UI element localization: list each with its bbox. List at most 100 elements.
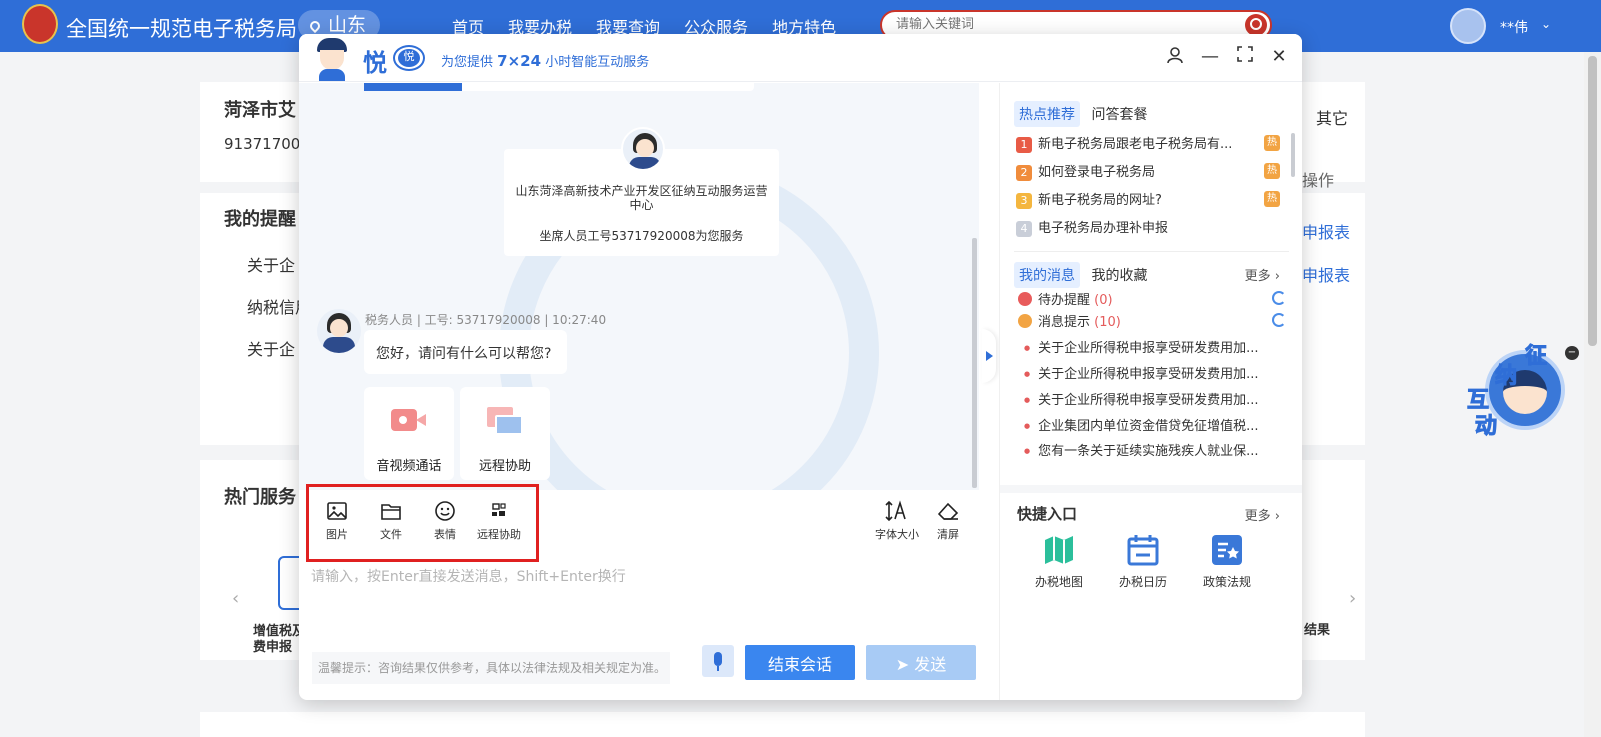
right-panel: 热点推荐 问答套餐 1 新电子税务局跟老电子税务局有... 热 2 如何登录电子税务… (999, 83, 1302, 700)
news-item[interactable]: 关于企业所得税申报享受研发费用加... (1024, 337, 1279, 356)
tab-my-favorites[interactable]: 我的收藏 (1086, 262, 1152, 288)
hot-item[interactable]: 2 如何登录电子税务局 (1016, 161, 1276, 181)
news-item[interactable]: 您有一条关于延续实施残疾人就业保... (1024, 440, 1279, 459)
op-label: 操作 (1302, 171, 1335, 190)
tab-my-messages[interactable]: 我的消息 (1014, 262, 1080, 288)
mascot-char: 动 (1474, 414, 1498, 440)
carousel-prev-icon[interactable]: ‹ (232, 588, 239, 609)
panel-collapse-toggle[interactable] (982, 329, 996, 383)
portal-search-input[interactable] (896, 17, 1216, 32)
remote-assist-card[interactable]: 远程协助 (460, 387, 550, 480)
notice-count: (10) (1094, 315, 1121, 330)
chat-scrollbar[interactable] (972, 238, 977, 488)
clear-screen-tool[interactable]: 清屏 (921, 500, 975, 542)
pending-reminder[interactable]: 待办提醒 (0) (1018, 289, 1113, 308)
avatar-body (319, 69, 345, 81)
microphone-icon[interactable] (702, 645, 734, 677)
tab-hot-recommend[interactable]: 热点推荐 (1014, 101, 1080, 127)
chat-history[interactable]: 山东菏泽高新技术产业开发区征纳互动服务运营中心 坐席人员工号5371792000… (299, 83, 979, 490)
hot-list-scrollbar[interactable] (1291, 133, 1295, 177)
message-input[interactable] (311, 566, 961, 646)
message-tabs: 我的消息 我的收藏 (1014, 262, 1154, 288)
quick-tax-calendar[interactable]: 办税日历 (1108, 533, 1178, 590)
tagline-suffix: 小时智能互动服务 (545, 55, 650, 70)
brand-name: 悦 (363, 49, 387, 77)
tab-other[interactable]: 其它 (1316, 105, 1348, 129)
agent-avatar (621, 127, 665, 171)
bulb-icon (1018, 314, 1032, 328)
maximize-icon[interactable] (1234, 46, 1256, 68)
agent-id-text: 坐席人员工号53717920008为您服务 (539, 229, 744, 243)
reminder-item[interactable]: 关于企 (247, 336, 295, 360)
chevron-down-icon[interactable]: ⌄ (1541, 17, 1551, 31)
more-label: 更多 (1244, 509, 1271, 524)
mascot-char: 征 (1524, 344, 1548, 370)
quick-policy[interactable]: 政策法规 (1192, 533, 1262, 590)
remote-screen-front (495, 415, 523, 435)
remote-screen-icon (487, 407, 523, 437)
user-name[interactable]: **伟 (1500, 17, 1528, 37)
scrollbar-thumb[interactable] (1588, 56, 1597, 346)
national-emblem-icon (22, 4, 58, 44)
pending-label: 待办提醒 (1038, 293, 1091, 308)
video-camera-icon (391, 409, 417, 431)
pending-count: (0) (1094, 293, 1113, 308)
avatar-face (330, 319, 348, 337)
service-label: 费申报 (253, 640, 293, 655)
notice-label: 消息提示 (1038, 315, 1091, 330)
hot-item[interactable]: 1 新电子税务局跟老电子税务局有... (1016, 133, 1276, 153)
page-scrollbar[interactable] (1584, 52, 1601, 737)
hot-tag: 热 (1264, 163, 1280, 179)
close-icon[interactable]: ✕ (1268, 46, 1290, 68)
reminder-item[interactable]: 关于企 (247, 252, 295, 276)
divider (1014, 251, 1289, 252)
news-item[interactable]: 企业集团内单位资金借贷免征增值税... (1024, 415, 1279, 434)
company-id: 91371700 (224, 135, 301, 153)
font-size-tool[interactable]: 字体大小 (870, 500, 924, 542)
dialog-header: 悦 悦 为您提供 7×24 小时智能互动服务 — ✕ (299, 34, 1302, 82)
service-label: 结果 (1304, 623, 1331, 638)
avatar-suit (323, 337, 355, 353)
declaration-link[interactable]: 申报表 (1302, 262, 1350, 286)
refresh-icon[interactable] (1272, 313, 1286, 327)
interaction-mascot[interactable]: 征 纳 互 动 (1465, 340, 1565, 440)
video-call-label: 音视频通话 (376, 459, 442, 474)
news-item[interactable]: 关于企业所得税申报享受研发费用加... (1024, 363, 1279, 382)
avatar-suit (629, 157, 661, 169)
hot-item[interactable]: 4 电子税务局办理补申报 (1016, 217, 1276, 237)
rank-badge: 4 (1016, 221, 1032, 237)
search-icon[interactable] (1245, 14, 1267, 36)
messages-more-link[interactable]: 更多 › (1245, 265, 1280, 284)
message-notice[interactable]: 消息提示 (10) (1018, 311, 1121, 330)
video-call-card[interactable]: 音视频通话 (364, 387, 454, 480)
send-button[interactable]: ➤ 发送 (866, 645, 976, 680)
map-icon (1045, 536, 1073, 564)
hot-tabs: 热点推荐 问答套餐 (1014, 101, 1154, 127)
quick-tax-map[interactable]: 办税地图 (1024, 533, 1094, 590)
rank-badge: 3 (1016, 193, 1032, 209)
user-avatar[interactable] (1450, 8, 1486, 44)
carousel-next-icon[interactable]: › (1349, 588, 1356, 609)
quick-more-link[interactable]: 更多 › (1245, 505, 1280, 524)
end-session-button[interactable]: 结束会话 (745, 645, 855, 680)
mascot-close-icon[interactable]: − (1565, 346, 1579, 360)
policy-icon (1212, 535, 1242, 565)
font-size-icon (885, 500, 906, 522)
hot-item-text: 如何登录电子税务局 (1038, 165, 1156, 180)
declaration-link[interactable]: 申报表 (1302, 219, 1350, 243)
brand-badge: 悦 (393, 45, 425, 71)
mascot-char: 纳 (1494, 364, 1518, 390)
hot-item[interactable]: 3 新电子税务局的网址? (1016, 189, 1276, 209)
tagline-prefix: 为您提供 (441, 55, 494, 70)
clock-icon (1018, 292, 1032, 306)
user-icon[interactable] (1164, 46, 1186, 68)
clear-screen-label: 清屏 (937, 528, 959, 541)
agent-avatar (317, 309, 361, 353)
rank-badge: 2 (1016, 165, 1032, 181)
previous-card-accent (364, 83, 462, 91)
refresh-icon[interactable] (1272, 291, 1286, 305)
minimize-icon[interactable]: — (1199, 46, 1221, 68)
tagline-hours: 7×24 (497, 52, 542, 70)
tab-qa-package[interactable]: 问答套餐 (1086, 101, 1152, 127)
news-item[interactable]: 关于企业所得税申报享受研发费用加... (1024, 389, 1279, 408)
